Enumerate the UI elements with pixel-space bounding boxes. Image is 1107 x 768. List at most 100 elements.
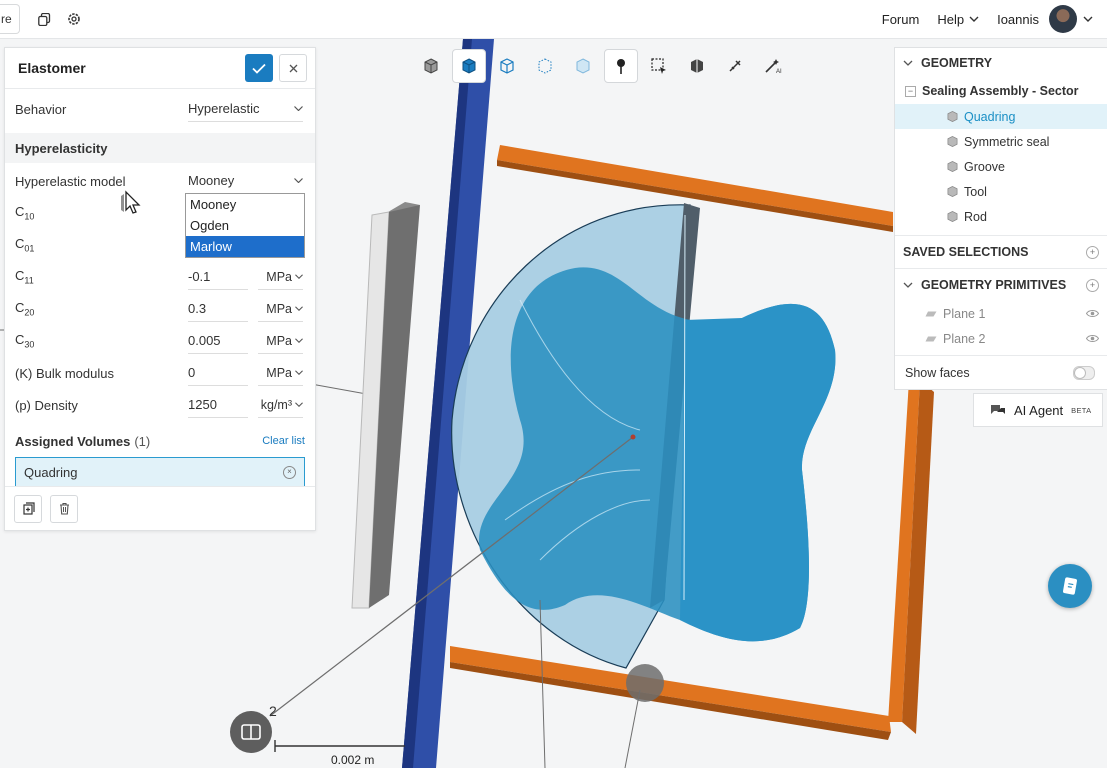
tree-item-rod[interactable]: Rod (895, 204, 1107, 229)
axis-label: 2 (269, 703, 277, 719)
assigned-volume-chip[interactable]: Quadring × (15, 457, 305, 487)
delete-button[interactable] (50, 494, 78, 523)
param-label: C01 (15, 236, 35, 254)
user-name[interactable]: Ioannis (997, 12, 1039, 27)
assembly-label: Sealing Assembly - Sector (922, 84, 1079, 98)
dropdown-option-mooney[interactable]: Mooney (186, 194, 304, 215)
unit-select[interactable]: kg/m³ (258, 393, 303, 418)
help-label: Help (937, 11, 965, 27)
bulk-modulus-label: (K) Bulk modulus (15, 365, 114, 381)
material-panel: Elastomer Behavior Hyperelastic Hyperela… (4, 47, 316, 531)
tree-item-groove[interactable]: Groove (895, 154, 1107, 179)
wireframe-icon[interactable] (490, 49, 524, 83)
primitive-plane-1[interactable]: Plane 1 (895, 301, 1107, 326)
pin-icon[interactable] (604, 49, 638, 83)
model-select[interactable]: Mooney (188, 169, 303, 194)
cube-view-icon[interactable] (414, 49, 448, 83)
quadring-part[interactable] (451, 203, 836, 669)
geometry-header-label: GEOMETRY (921, 56, 993, 70)
dropdown-option-ogden[interactable]: Ogden (186, 215, 304, 236)
section-icon[interactable] (680, 49, 714, 83)
confirm-button[interactable] (245, 54, 273, 82)
eye-icon[interactable] (1086, 309, 1099, 318)
symmetric-seal-part[interactable] (351, 202, 420, 609)
cube-icon (947, 111, 958, 122)
behavior-select[interactable]: Hyperelastic (188, 97, 303, 122)
transparent-icon[interactable] (566, 49, 600, 83)
saved-selections-label: SAVED SELECTIONS (903, 245, 1029, 259)
hyperelasticity-section[interactable]: Hyperelasticity (5, 133, 315, 163)
tree-item-label: Groove (964, 159, 1005, 174)
c30-input[interactable]: 0.005 (188, 329, 248, 354)
bulk-modulus-input[interactable]: 0 (188, 361, 248, 386)
close-button[interactable] (279, 54, 307, 82)
remove-icon[interactable]: × (283, 465, 296, 479)
behavior-label: Behavior (15, 101, 67, 117)
user-chevron-down-icon[interactable] (1083, 16, 1093, 22)
view-toolbar: AI (414, 47, 794, 85)
trash-icon (59, 502, 69, 515)
check-icon (252, 63, 266, 74)
tree-item-label: Tool (964, 184, 987, 199)
ai-magic-icon[interactable]: AI (756, 49, 790, 83)
clear-list-link[interactable]: Clear list (262, 435, 305, 447)
behavior-value: Hyperelastic (188, 101, 260, 116)
cube-icon (947, 186, 958, 197)
chat-icon (991, 404, 1005, 414)
settings-icon[interactable] (66, 11, 82, 27)
saved-selections-header[interactable]: SAVED SELECTIONS + (895, 235, 1107, 268)
document-icon (1063, 577, 1077, 595)
tree-item-symmetric-seal[interactable]: Symmetric seal (895, 129, 1107, 154)
unit-select[interactable]: MPa (258, 265, 303, 290)
geometry-primitives-header[interactable]: GEOMETRY PRIMITIVES + (895, 268, 1107, 301)
c20-input[interactable]: 0.3 (188, 297, 248, 322)
measure-icon[interactable] (718, 49, 752, 83)
avatar[interactable] (1049, 5, 1077, 33)
show-faces-toggle[interactable] (1073, 366, 1095, 380)
chevron-down-icon (294, 178, 303, 183)
forum-link[interactable]: Forum (882, 12, 920, 27)
c11-input[interactable]: -0.1 (188, 265, 248, 290)
duplicate-button[interactable] (14, 494, 42, 523)
ai-agent-button[interactable]: AI Agent BETA (973, 393, 1103, 427)
primitive-plane-2[interactable]: Plane 2 (895, 326, 1107, 351)
dropdown-option-marlow[interactable]: Marlow (186, 236, 304, 257)
primitive-label: Plane 1 (943, 306, 986, 321)
geometry-header[interactable]: GEOMETRY (895, 48, 1107, 78)
svg-text:AI: AI (776, 69, 782, 74)
assembly-item[interactable]: − Sealing Assembly - Sector (895, 78, 1107, 104)
density-input[interactable]: 1250 (188, 393, 248, 418)
tree-item-quadring[interactable]: Quadring (895, 104, 1107, 129)
close-icon (289, 64, 297, 72)
unit-select[interactable]: MPa (258, 329, 303, 354)
param-label: C10 (15, 204, 35, 222)
ai-agent-label: AI Agent (1014, 402, 1064, 418)
help-menu[interactable]: Help (937, 12, 979, 27)
add-selection-icon[interactable]: + (1086, 245, 1099, 259)
copy-icon[interactable] (36, 11, 52, 27)
density-label: (p) Density (15, 397, 78, 413)
unit-select[interactable]: MPa (258, 297, 303, 322)
help-fab-button[interactable] (1048, 564, 1092, 608)
hyperelastic-model-dropdown[interactable]: Mooney Ogden Marlow (185, 193, 305, 258)
points-icon[interactable] (528, 49, 562, 83)
density-row: (p) Density 1250 kg/m³ (5, 389, 315, 421)
assigned-volumes-title: Assigned Volumes (15, 433, 131, 449)
unit-select[interactable]: MPa (258, 361, 303, 386)
eye-icon[interactable] (1086, 334, 1099, 343)
mouse-cursor-icon (121, 190, 141, 214)
solid-view-icon[interactable] (452, 49, 486, 83)
behavior-row: Behavior Hyperelastic (5, 93, 315, 125)
add-primitive-icon[interactable]: + (1086, 278, 1099, 292)
top-left-button[interactable]: re (0, 4, 20, 34)
duplicate-icon (22, 502, 35, 515)
panel-header: Elastomer (5, 48, 315, 89)
cube-icon (947, 136, 958, 147)
tree-item-tool[interactable]: Tool (895, 179, 1107, 204)
chevron-down-icon (903, 60, 913, 66)
section-view-button[interactable] (230, 711, 272, 753)
param-label: C20 (15, 300, 35, 318)
collapse-icon[interactable]: − (905, 85, 916, 97)
chevron-down-icon (903, 282, 913, 288)
box-select-icon[interactable] (642, 49, 676, 83)
